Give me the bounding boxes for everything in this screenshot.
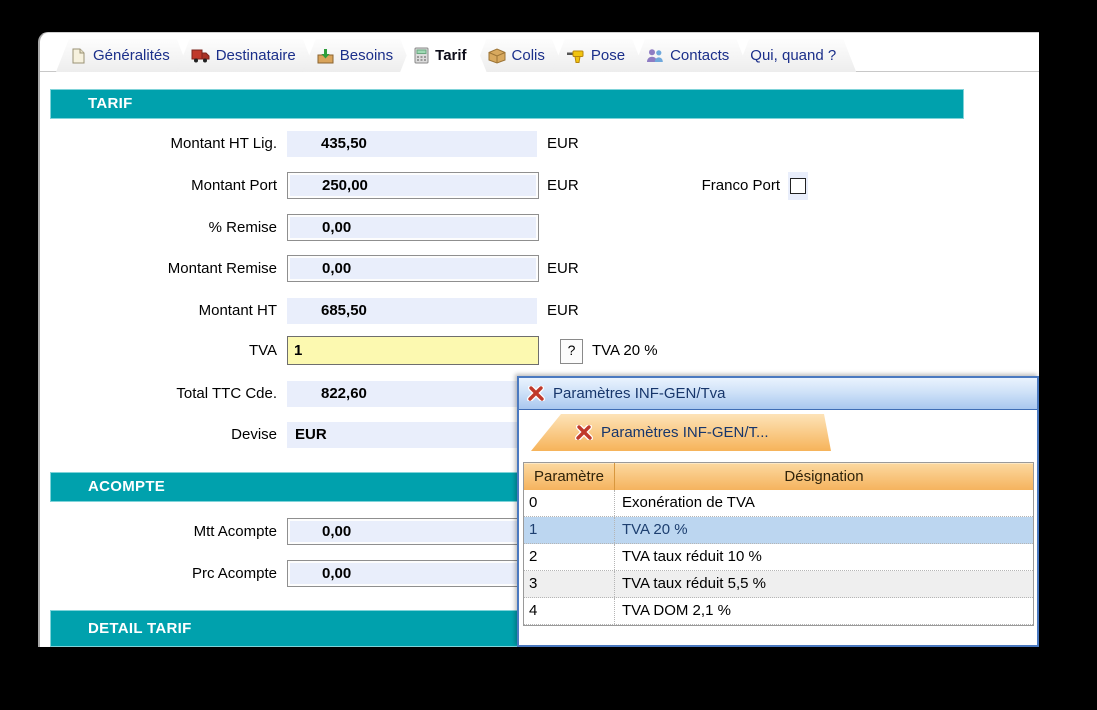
pct-remise-label: % Remise xyxy=(47,214,277,241)
tab-label: Contacts xyxy=(670,47,729,64)
designation-cell: TVA taux réduit 5,5 % xyxy=(615,571,1033,597)
tab-label: Tarif xyxy=(435,47,466,64)
tab-label: Qui, quand ? xyxy=(750,47,836,64)
tab-pose[interactable]: Pose xyxy=(552,39,645,72)
column-header-parametre[interactable]: Paramètre xyxy=(524,463,615,490)
montant-ht-field: 685,50 xyxy=(287,298,537,324)
calculator-icon xyxy=(414,47,429,64)
tva-rate-hint: TVA 20 % xyxy=(592,339,658,362)
tva-table: Paramètre Désignation 0 Exonération de T… xyxy=(523,462,1034,626)
section-title: DETAIL TARIF xyxy=(88,620,192,637)
montant-port-unit: EUR xyxy=(547,172,579,199)
contacts-icon xyxy=(646,48,664,63)
param-cell: 0 xyxy=(524,490,615,516)
inbox-icon xyxy=(317,48,334,64)
table-row[interactable]: 3 TVA taux réduit 5,5 % xyxy=(524,571,1033,598)
parametres-tva-popup: Paramètres INF-GEN/Tva Paramètres INF-GE… xyxy=(517,376,1039,647)
tab-label: Généralités xyxy=(93,47,170,64)
tab-label: Colis xyxy=(512,47,545,64)
designation-cell: TVA 20 % xyxy=(615,517,1033,543)
montant-ht-unit: EUR xyxy=(547,297,579,324)
total-ttc-label: Total TTC Cde. xyxy=(47,380,277,407)
montant-remise-field[interactable] xyxy=(287,255,539,282)
popup-tab-parametres[interactable]: Paramètres INF-GEN/T... xyxy=(531,414,831,451)
tva-table-header: Paramètre Désignation xyxy=(524,463,1033,490)
popup-titlebar[interactable]: Paramètres INF-GEN/Tva xyxy=(519,378,1037,410)
montant-ht-label: Montant HT xyxy=(47,297,277,324)
popup-title: Paramètres INF-GEN/Tva xyxy=(553,385,726,402)
param-cell: 1 xyxy=(524,517,615,543)
montant-remise-unit: EUR xyxy=(547,255,579,282)
table-row[interactable]: 0 Exonération de TVA xyxy=(524,490,1033,517)
montant-ht-lig-label: Montant HT Lig. xyxy=(47,130,277,157)
tab-besoins[interactable]: Besoins xyxy=(303,39,413,72)
popup-tab-label: Paramètres INF-GEN/T... xyxy=(601,424,769,441)
franco-port-label: Franco Port xyxy=(640,178,780,194)
montant-remise-label: Montant Remise xyxy=(47,255,277,282)
popup-tabrow: Paramètres INF-GEN/T... xyxy=(519,410,1037,452)
section-title: ACOMPTE xyxy=(88,478,165,495)
table-row[interactable]: 4 TVA DOM 2,1 % xyxy=(524,598,1033,625)
section-title: TARIF xyxy=(88,95,133,112)
prc-acompte-field[interactable] xyxy=(287,560,539,587)
devise-label: Devise xyxy=(47,421,277,448)
designation-cell: Exonération de TVA xyxy=(615,490,1033,516)
mtt-acompte-field[interactable] xyxy=(287,518,539,545)
drill-icon xyxy=(566,48,585,64)
designation-cell: TVA taux réduit 10 % xyxy=(615,544,1033,570)
tab-label: Destinataire xyxy=(216,47,296,64)
total-ttc-field: 822,60 xyxy=(287,381,537,407)
tab-qui-quand[interactable]: Qui, quand ? xyxy=(736,39,856,72)
parameters-icon xyxy=(575,425,593,440)
table-row-selected[interactable]: 1 TVA 20 % xyxy=(524,517,1033,544)
tab-label: Besoins xyxy=(340,47,393,64)
franco-port-checkbox[interactable] xyxy=(790,178,806,194)
tab-colis[interactable]: Colis xyxy=(474,39,565,72)
prc-acompte-label: Prc Acompte xyxy=(47,560,277,587)
montant-ht-lig-unit: EUR xyxy=(547,130,579,157)
tab-contacts[interactable]: Contacts xyxy=(632,39,749,72)
param-cell: 3 xyxy=(524,571,615,597)
order-window: Généralités Destinataire Besoins Tarif C… xyxy=(38,32,1039,647)
tva-help-button[interactable]: ? xyxy=(560,339,583,364)
montant-port-field[interactable] xyxy=(287,172,539,199)
devise-field: EUR xyxy=(287,422,537,448)
designation-cell: TVA DOM 2,1 % xyxy=(615,598,1033,624)
document-icon xyxy=(70,47,87,64)
tab-tarif[interactable]: Tarif xyxy=(400,39,486,72)
parameters-icon xyxy=(527,386,545,401)
tab-generalites[interactable]: Généralités xyxy=(56,39,190,72)
tva-label: TVA xyxy=(47,337,277,364)
main-tabstrip: Généralités Destinataire Besoins Tarif C… xyxy=(56,39,856,72)
tab-destinataire[interactable]: Destinataire xyxy=(177,39,316,72)
section-header-tarif: TARIF xyxy=(50,89,964,119)
montant-ht-lig-field: 435,50 xyxy=(287,131,537,157)
pct-remise-field[interactable] xyxy=(287,214,539,241)
column-header-designation[interactable]: Désignation xyxy=(615,463,1033,490)
table-row[interactable]: 2 TVA taux réduit 10 % xyxy=(524,544,1033,571)
truck-icon xyxy=(191,48,210,64)
mtt-acompte-label: Mtt Acompte xyxy=(47,518,277,545)
package-icon xyxy=(488,48,506,64)
param-cell: 2 xyxy=(524,544,615,570)
tva-input[interactable] xyxy=(287,336,539,365)
montant-port-label: Montant Port xyxy=(47,172,277,199)
param-cell: 4 xyxy=(524,598,615,624)
tab-label: Pose xyxy=(591,47,625,64)
